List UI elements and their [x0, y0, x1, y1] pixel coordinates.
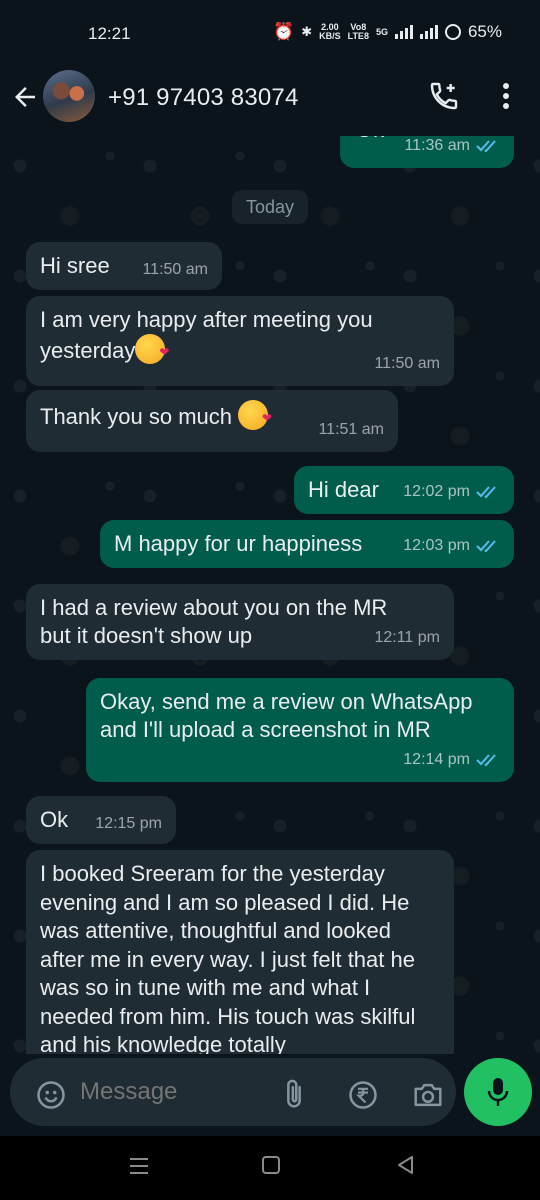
message-time: 12:15 pm: [95, 815, 162, 832]
message-time: 11:51 am: [318, 421, 384, 438]
bluetooth-icon: ✱: [301, 24, 313, 39]
net-speed-unit: KB/S: [319, 31, 341, 41]
contact-name[interactable]: +91 97403 83074: [108, 84, 299, 112]
battery-icon: [444, 24, 461, 40]
message-meta: 12:15 pm: [95, 810, 162, 838]
nav-back-icon[interactable]: [394, 1154, 416, 1176]
message-meta: 12:14 pm: [403, 746, 500, 774]
system-nav-bar: [0, 1136, 540, 1200]
alarm-icon: ⏰: [273, 22, 295, 41]
battery-level: 65%: [467, 22, 502, 41]
message-input-container[interactable]: [10, 1058, 456, 1126]
message-time: 11:36 am: [404, 137, 470, 154]
more-options-icon[interactable]: [498, 80, 514, 112]
attach-icon[interactable]: [280, 1078, 308, 1112]
message-text-content: I am very happy after meeting you yester…: [40, 307, 373, 363]
smiling-face-with-hearts-icon: [238, 400, 272, 432]
message-meta: 11:50 am: [374, 350, 440, 378]
message-text: I booked Sreeram for the yesterday eveni…: [40, 861, 416, 1054]
message-meta: 12:02 pm: [403, 478, 500, 506]
add-call-icon[interactable]: [428, 80, 460, 112]
home-icon[interactable]: [262, 1156, 280, 1174]
message-text: Okay, send me a review on WhatsApp and I…: [100, 689, 485, 742]
status-time: 12:21: [88, 24, 131, 43]
message-meta: 11:36 am: [404, 136, 500, 160]
double-tick-icon: [476, 486, 496, 499]
message-time: 12:14 pm: [403, 751, 470, 768]
volte-bottom: LTE8: [347, 31, 369, 41]
signal-icon-2: [419, 25, 438, 39]
status-icons: ⏰ ✱ 2.00 KB/S Vo8 LTE8 5G 65%: [273, 22, 502, 42]
message-bubble-incoming[interactable]: I am very happy after meeting you yester…: [26, 296, 454, 386]
double-tick-icon: [476, 140, 496, 153]
message-time: 12:03 pm: [403, 537, 470, 554]
message-meta: 11:51 am: [318, 416, 384, 444]
chat-header: +91 97403 83074: [0, 64, 540, 136]
chat-area[interactable]: Ok 11:36 am Today Hi sree 11:50 am I am …: [0, 136, 540, 1054]
message-time: 12:02 pm: [403, 483, 470, 500]
message-bubble-outgoing[interactable]: M happy for ur happiness 12:03 pm: [100, 520, 514, 568]
double-tick-icon: [476, 754, 496, 767]
network-type: 5G: [375, 26, 388, 37]
recent-apps-icon[interactable]: [128, 1156, 150, 1176]
message-meta: 11:50 am: [142, 256, 208, 284]
status-bar: 12:21 ⏰ ✱ 2.00 KB/S Vo8 LTE8 5G 65%: [0, 0, 540, 64]
input-bar: [0, 1054, 540, 1136]
date-separator: Today: [232, 190, 308, 224]
kissing-face-icon: [135, 334, 169, 366]
message-time: 11:50 am: [374, 355, 440, 372]
volte-indicator: Vo8 LTE8: [348, 23, 369, 41]
message-bubble-incoming[interactable]: Thank you so much 11:51 am: [26, 390, 398, 452]
message-text: Ok: [356, 136, 384, 144]
message-meta: 12:03 pm: [403, 532, 500, 560]
message-bubble-outgoing[interactable]: Hi dear 12:02 pm: [294, 466, 514, 514]
voice-record-button[interactable]: [464, 1058, 532, 1126]
signal-icon: [394, 25, 413, 39]
message-text: I had a review about you on the MR but i…: [40, 595, 388, 648]
message-bubble-outgoing[interactable]: Okay, send me a review on WhatsApp and I…: [86, 678, 514, 782]
net-speed: 2.00 KB/S: [319, 23, 341, 41]
message-time: 12:11 pm: [374, 629, 440, 646]
message-bubble-incoming[interactable]: I had a review about you on the MR but i…: [26, 584, 454, 660]
payment-rupee-icon[interactable]: [348, 1080, 378, 1110]
sticker-icon[interactable]: [36, 1080, 66, 1110]
camera-icon[interactable]: [412, 1080, 444, 1110]
avatar[interactable]: [43, 70, 95, 122]
message-text-content: Thank you so much: [40, 404, 232, 429]
back-arrow-icon[interactable]: [10, 82, 40, 112]
double-tick-icon: [476, 540, 496, 553]
message-time: 11:50 am: [142, 261, 208, 278]
message-meta: 12:11 pm: [374, 624, 440, 652]
message-bubble-incoming[interactable]: Ok 12:15 pm: [26, 796, 176, 844]
message-input[interactable]: [80, 1078, 260, 1106]
message-bubble-incoming[interactable]: I booked Sreeram for the yesterday eveni…: [26, 850, 454, 1054]
microphone-icon: [487, 1078, 509, 1106]
message-bubble-incoming[interactable]: Hi sree 11:50 am: [26, 242, 222, 290]
message-bubble-outgoing[interactable]: Ok 11:36 am: [340, 136, 514, 168]
